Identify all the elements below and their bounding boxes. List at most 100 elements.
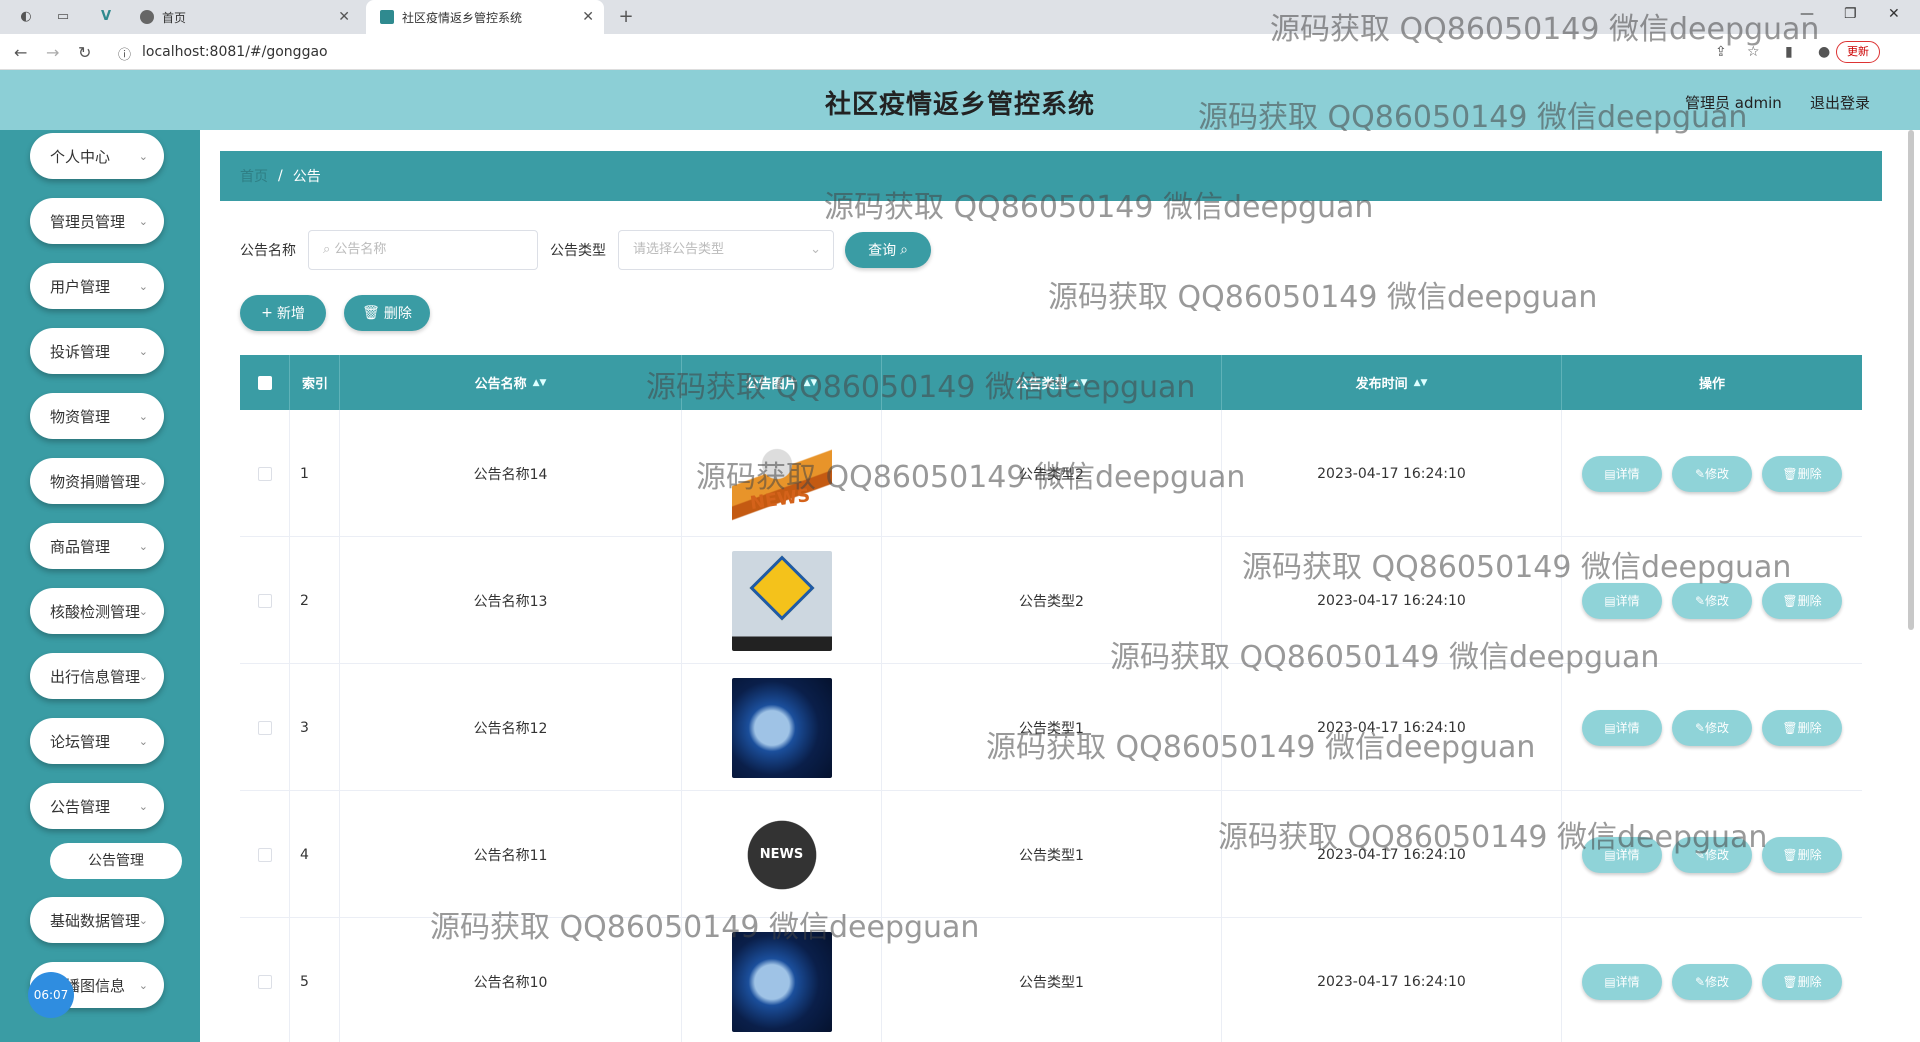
row-checkbox-cell[interactable] [240,791,290,918]
select-all-checkbox-cell[interactable] [240,355,290,410]
minimize-icon[interactable]: — [1800,6,1814,22]
sidebar-item-profile[interactable]: 个人中心 ⌄ [30,133,164,179]
cell-type: 公告类型1 [882,664,1222,791]
cell-actions: ▤ 详情 ✎ 修改 🗑 删除 [1562,918,1862,1042]
row-checkbox[interactable] [257,847,272,862]
vue-logo-icon[interactable]: V [98,9,114,25]
cell-index: 2 [290,537,340,664]
cell-type: 公告类型2 [882,537,1222,664]
col-type[interactable]: 公告类型 ▲▼ [882,355,1222,410]
url-field[interactable]: localhost:8081/#/gonggao [142,34,328,70]
add-button[interactable]: + 新增 [240,295,326,331]
sort-icon[interactable]: ▲▼ [1074,378,1088,388]
sort-icon[interactable]: ▲▼ [1414,378,1428,388]
update-button[interactable]: 更新 [1836,41,1880,63]
sidebar-item-base-data[interactable]: 基础数据管理 ⌄ [30,897,164,943]
table-row: 1 公告名称14 NEWS 公告类型2 2023-04-17 16:24:10 ▤ 详情 ✎… [240,410,1862,537]
col-time[interactable]: 发布时间 ▲▼ [1222,355,1562,410]
sidebar-item-users[interactable]: 用户管理 ⌄ [30,263,164,309]
row-checkbox[interactable] [257,466,272,481]
share-icon[interactable]: ⇪ [1715,44,1727,60]
sort-icon[interactable]: ▲▼ [804,378,818,388]
detail-button[interactable]: ▤ 详情 [1582,455,1662,492]
sidebar-subitem-announcements[interactable]: 公告管理 [50,843,182,879]
edit-button[interactable]: ✎ 修改 [1672,963,1752,1000]
sidebar-item-nucleic-test[interactable]: 核酸检测管理 ⌄ [30,588,164,634]
row-checkbox-cell[interactable] [240,410,290,537]
detail-button[interactable]: ▤ 详情 [1582,582,1662,619]
reload-icon[interactable]: ↻ [78,43,91,62]
detail-button[interactable]: ▤ 详情 [1582,709,1662,746]
chevron-down-icon: ⌄ [138,279,148,293]
new-tab-icon[interactable]: + [618,8,634,26]
pencil-icon: ✎ [1694,720,1706,735]
name-filter-label: 公告名称 [240,243,296,259]
delete-button[interactable]: 🗑 删除 [344,295,430,331]
cell-type: 公告类型1 [882,918,1222,1042]
row-delete-button[interactable]: 🗑 删除 [1762,709,1842,746]
row-checkbox-cell[interactable] [240,664,290,791]
row-delete-button[interactable]: 🗑 删除 [1762,455,1842,492]
maximize-icon[interactable]: ❐ [1844,6,1857,22]
cell-name: 公告名称14 [340,410,682,537]
col-image[interactable]: 公告图片 ▲▼ [682,355,882,410]
tab-home[interactable]: 首页 ✕ [130,0,360,34]
star-icon[interactable]: ☆ [1747,44,1760,60]
type-filter-select[interactable]: 请选择公告类型 ⌄ [618,230,834,270]
sidebar-item-travel[interactable]: 出行信息管理 ⌄ [30,653,164,699]
cell-name: 公告名称11 [340,791,682,918]
detail-button[interactable]: ▤ 详情 [1582,963,1662,1000]
edit-button[interactable]: ✎ 修改 [1672,455,1752,492]
edit-button[interactable]: ✎ 修改 [1672,582,1752,619]
row-delete-button[interactable]: 🗑 删除 [1762,963,1842,1000]
name-filter-input[interactable]: ⌕ 公告名称 [308,230,538,270]
row-checkbox-cell[interactable] [240,918,290,1042]
sidebar-item-donations[interactable]: 物资捐赠管理 ⌄ [30,458,164,504]
edit-button[interactable]: ✎ 修改 [1672,709,1752,746]
col-name[interactable]: 公告名称 ▲▼ [340,355,682,410]
sidepanel-icon[interactable]: ▮ [1785,44,1793,60]
forward-icon[interactable]: → [46,43,59,62]
sidebar-item-complaints[interactable]: 投诉管理 ⌄ [30,328,164,374]
close-icon[interactable]: ✕ [338,9,350,25]
window-close-icon[interactable]: ✕ [1888,6,1900,22]
announcement-image [731,931,832,1032]
chevron-down-icon: ⌄ [138,409,148,423]
back-history-icon[interactable]: ◐ [18,9,34,25]
browser-tab-bar: ◐ ▭ V 首页 ✕ 社区疫情返乡管控系统 ✕ + — ❐ ✕ [0,0,1920,34]
row-checkbox-cell[interactable] [240,537,290,664]
cell-index: 4 [290,791,340,918]
row-checkbox[interactable] [257,720,272,735]
sidebar-item-forum[interactable]: 论坛管理 ⌄ [30,718,164,764]
sidebar-item-announcements[interactable]: 公告管理 ⌄ [30,783,164,829]
query-button[interactable]: 查询 ⌕ [845,232,931,268]
sidebar-item-admins[interactable]: 管理员管理 ⌄ [30,198,164,244]
logout-link[interactable]: 退出登录 [1810,92,1870,113]
select-all-checkbox[interactable] [257,375,272,390]
cell-image [682,537,882,664]
pencil-icon: ✎ [1694,466,1706,481]
sort-icon[interactable]: ▲▼ [533,378,547,388]
tab-system[interactable]: 社区疫情返乡管控系统 ✕ [366,0,604,34]
profile-icon[interactable]: ● [1818,44,1830,60]
info-icon[interactable]: ⓘ [118,44,131,63]
row-delete-button[interactable]: 🗑 删除 [1762,836,1842,873]
cell-image: NEWS [682,410,882,537]
edit-button[interactable]: ✎ 修改 [1672,836,1752,873]
pencil-icon: ✎ [1694,593,1706,608]
cell-time: 2023-04-17 16:24:10 [1222,664,1562,791]
detail-button[interactable]: ▤ 详情 [1582,836,1662,873]
row-delete-button[interactable]: 🗑 删除 [1762,582,1842,619]
back-icon[interactable]: ← [14,43,27,62]
sidebar-item-goods[interactable]: 商品管理 ⌄ [30,523,164,569]
blank-page-icon[interactable]: ▭ [55,9,71,25]
row-checkbox[interactable] [257,974,272,989]
cell-type: 公告类型2 [882,410,1222,537]
close-icon[interactable]: ✕ [582,9,594,25]
page-scrollbar[interactable] [1908,130,1914,630]
address-bar: ← → ↻ ⓘ localhost:8081/#/gonggao ⇪ ☆ ▮ ●… [0,34,1920,70]
chevron-down-icon: ⌄ [138,539,148,553]
breadcrumb-home[interactable]: 首页 [240,166,268,186]
row-checkbox[interactable] [257,593,272,608]
sidebar-item-supplies[interactable]: 物资管理 ⌄ [30,393,164,439]
